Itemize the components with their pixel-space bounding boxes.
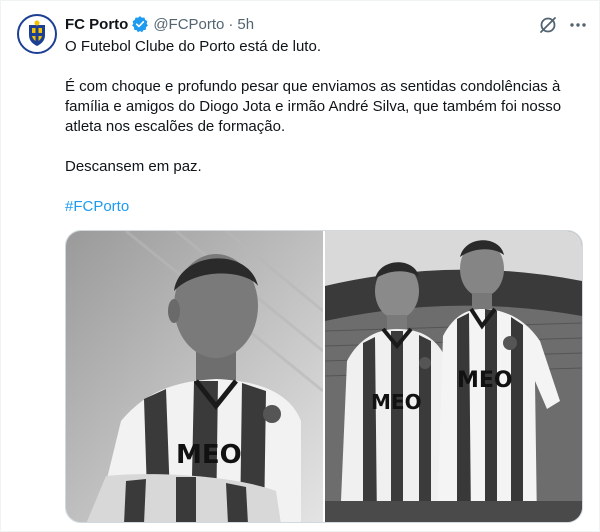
timestamp[interactable]: 5h — [237, 16, 254, 33]
tweet-header: FC Porto @FCPorto · 5h — [65, 14, 254, 34]
tweet-paragraph-1: O Futebol Clube do Porto está de luto. — [65, 38, 321, 55]
more-icon[interactable] — [568, 15, 588, 35]
tweet-media: MEO MEO MEO — [65, 230, 583, 523]
sponsor-label-right-2: MEO — [457, 368, 513, 393]
club-crest-icon — [20, 17, 54, 51]
sponsor-label-left: MEO — [176, 440, 242, 470]
separator-dot: · — [228, 15, 234, 33]
tweet-text: O Futebol Clube do Porto está de luto. É… — [65, 37, 585, 237]
user-handle[interactable]: @FCPorto — [153, 16, 224, 33]
sponsor-label-right-1: MEO — [371, 390, 422, 414]
avatar[interactable] — [17, 14, 57, 54]
hashtag-link[interactable]: #FCPorto — [65, 198, 129, 215]
display-name[interactable]: FC Porto — [65, 16, 128, 33]
photo-players-stadium[interactable]: MEO MEO — [325, 231, 582, 522]
grok-icon[interactable] — [538, 15, 558, 35]
tweet-card[interactable]: FC Porto @FCPorto · 5h O Futebol Clube d… — [0, 0, 600, 532]
tweet-paragraph-3: Descansem em paz. — [65, 158, 202, 175]
photo-player-portrait[interactable]: MEO — [66, 231, 323, 522]
verified-badge-icon[interactable] — [131, 15, 149, 33]
tweet-paragraph-2: É com choque e profundo pesar que enviam… — [65, 78, 566, 135]
